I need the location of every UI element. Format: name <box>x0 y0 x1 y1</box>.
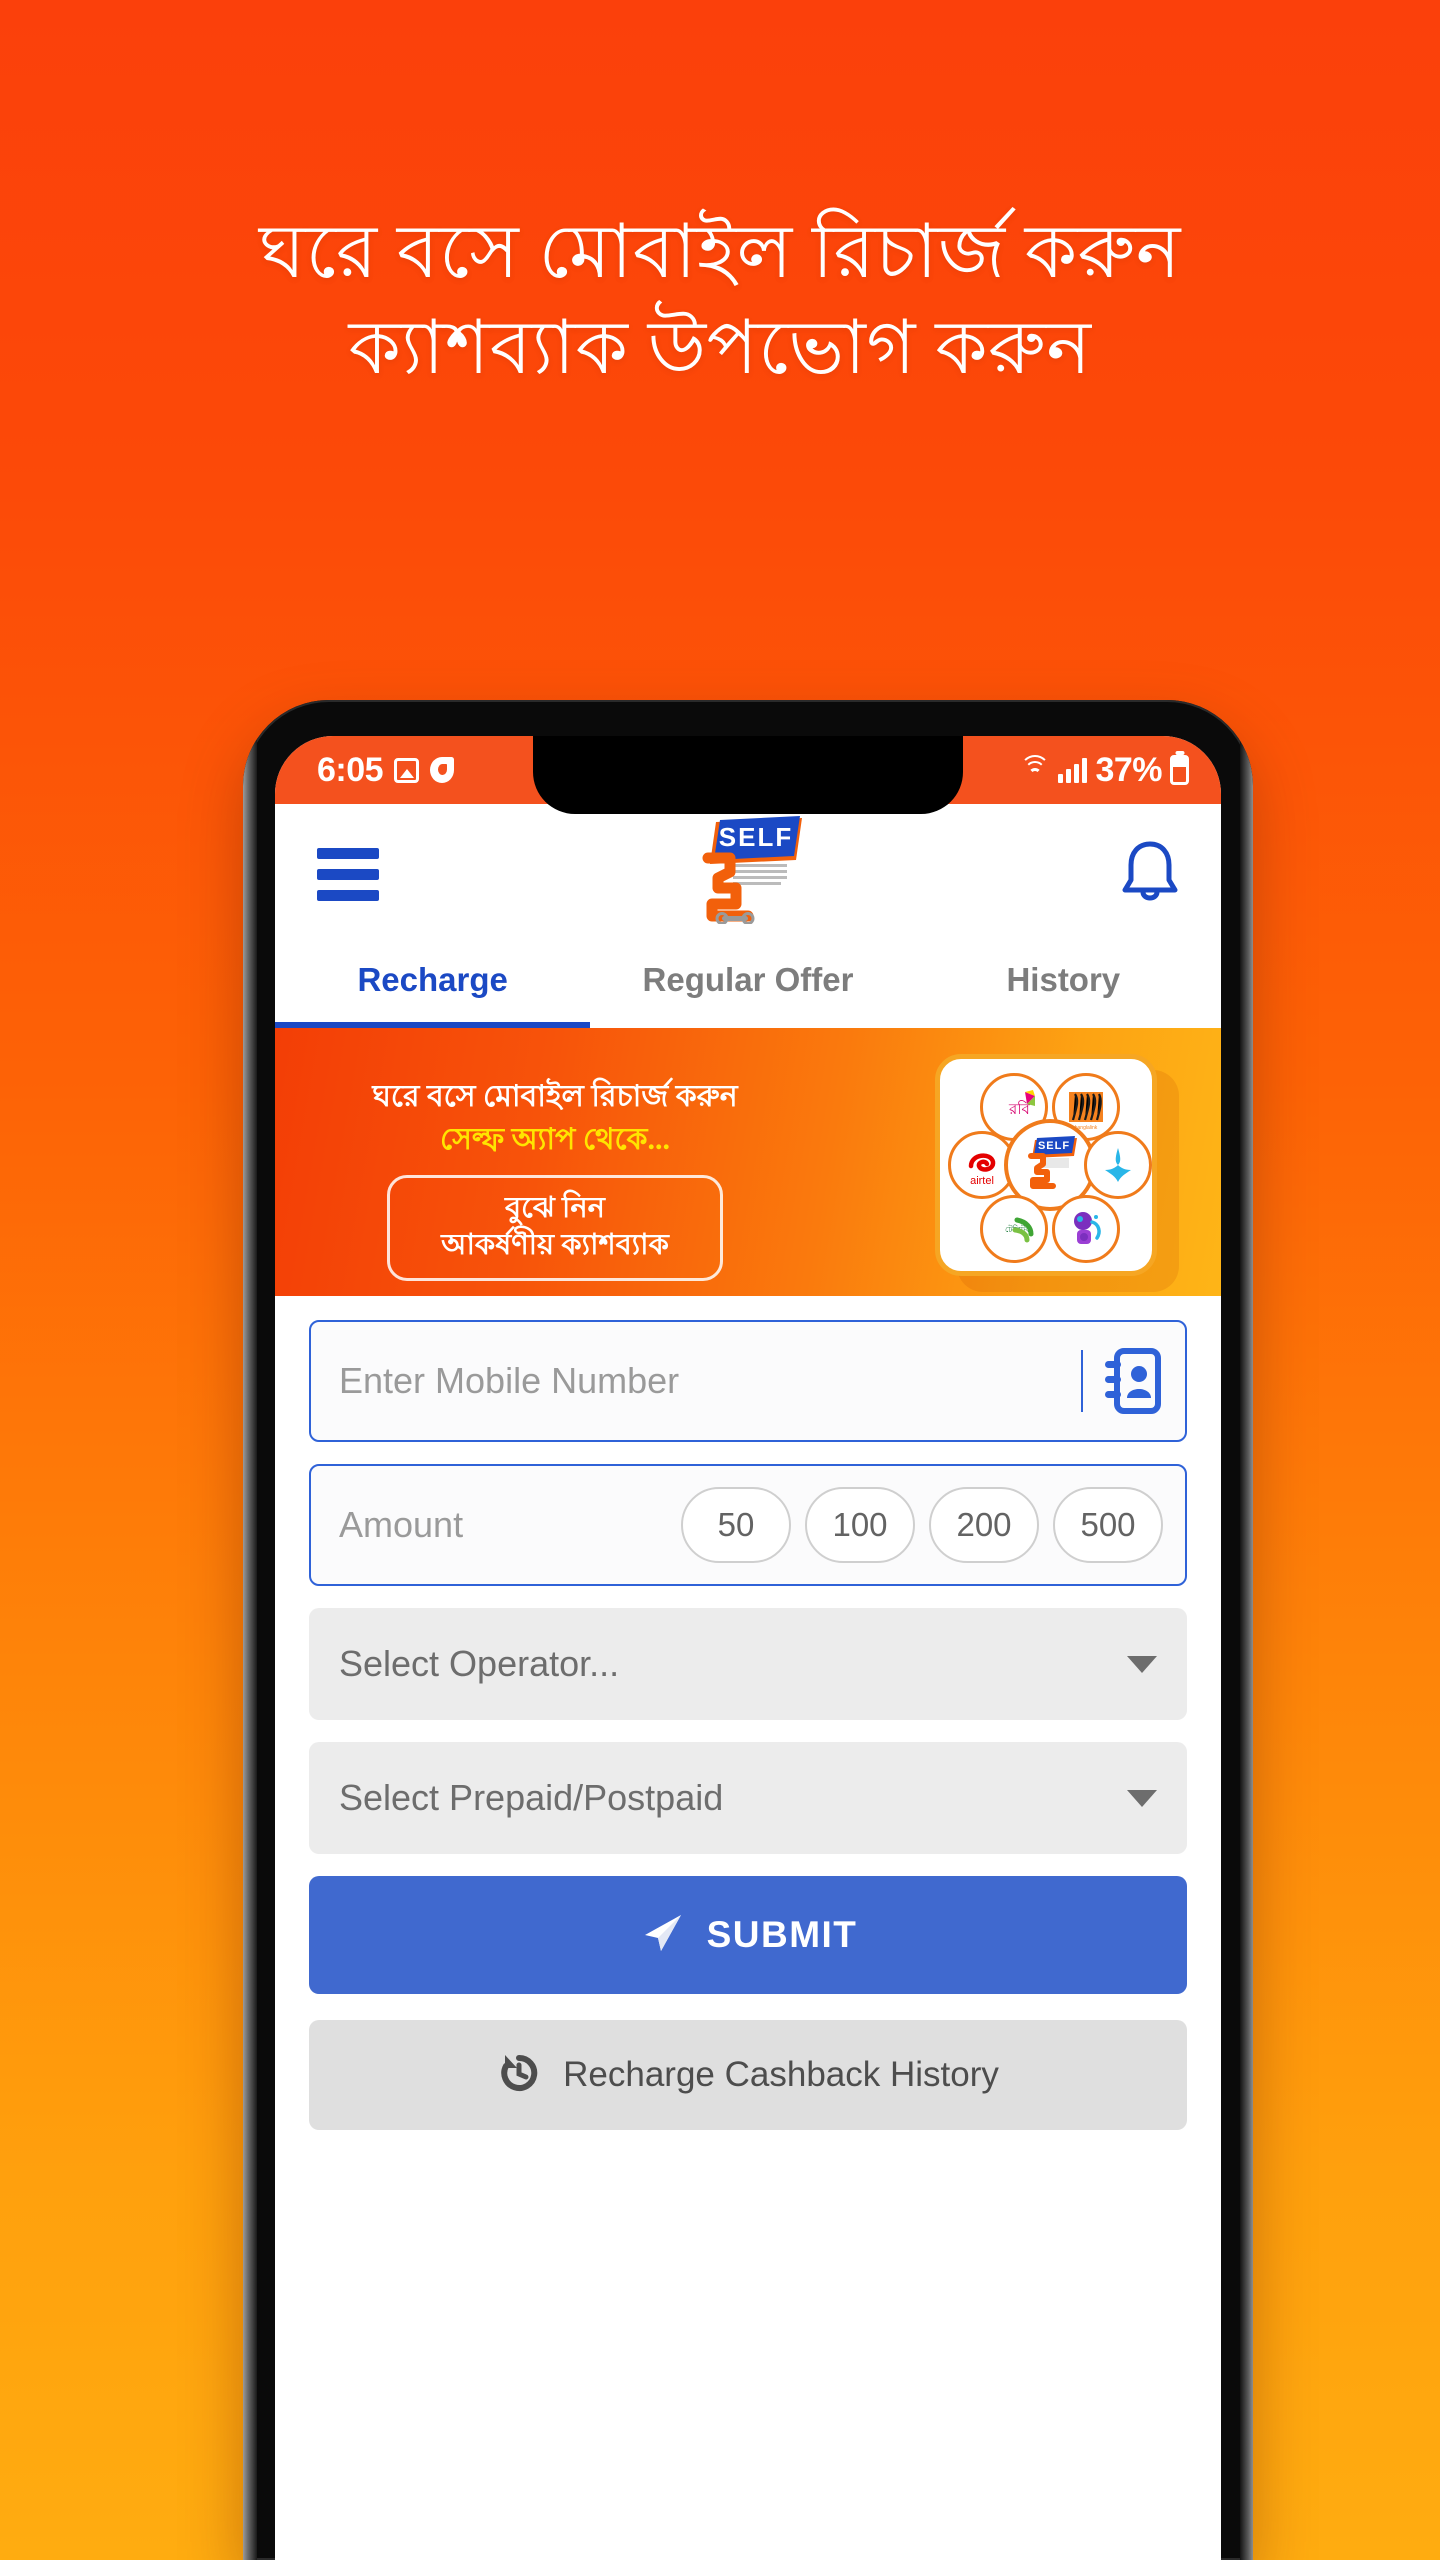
battery-icon <box>1170 755 1189 785</box>
recharge-form: Enter Mobile Number Amount 50 100 200 50… <box>275 1296 1221 2130</box>
promo-banner[interactable]: ঘরে বসে মোবাইল রিচার্জ করুন সেল্ফ অ্যাপ … <box>275 1028 1221 1296</box>
amount-chip-group: 50 100 200 500 <box>681 1487 1185 1563</box>
wifi-icon <box>1020 755 1051 783</box>
banner-cta-line-2: আকর্ষণীয় ক্যাশব্যাক <box>441 1228 669 1261</box>
amount-chip-50[interactable]: 50 <box>681 1487 791 1563</box>
mobile-number-field[interactable]: Enter Mobile Number <box>309 1320 1187 1442</box>
amount-chip-200[interactable]: 200 <box>929 1487 1039 1563</box>
tab-recharge[interactable]: Recharge <box>275 932 591 1028</box>
status-bar: 6:05 37% <box>275 736 1221 814</box>
chevron-down-icon <box>1127 1655 1157 1673</box>
operator-extra-icon <box>1052 1195 1120 1263</box>
banner-cta-button[interactable]: বুঝে নিন আকর্ষণীয় ক্যাশব্যাক <box>387 1174 723 1281</box>
signal-bars-icon <box>1058 757 1088 783</box>
status-bar-left: 6:05 <box>317 751 455 789</box>
send-icon <box>639 1910 685 1961</box>
banner-line-1: ঘরে বসে মোবাইল রিচার্জ করুন <box>372 1080 738 1113</box>
phone-screen: 6:05 37% SELF Recharge Regular Offer His… <box>275 736 1221 2560</box>
operator-select[interactable]: Select Operator... <box>309 1608 1187 1720</box>
operator-grameenphone-icon <box>1084 1131 1152 1199</box>
operators-grid: রবি banglalink airtel SELF টেলিটক <box>940 1059 1152 1271</box>
headline-line-2: ক্যাশব্যাক উপভোগ করুন <box>348 307 1092 390</box>
svg-text:SELF: SELF <box>719 822 793 852</box>
mobile-number-input[interactable]: Enter Mobile Number <box>339 1360 1081 1402</box>
status-bar-right: 37% <box>1020 752 1189 788</box>
amount-input[interactable]: Amount <box>339 1504 681 1546</box>
contact-book-icon[interactable] <box>1105 1348 1161 1414</box>
amount-chip-100[interactable]: 100 <box>805 1487 915 1563</box>
tab-bar: Recharge Regular Offer History <box>275 932 1221 1028</box>
battery-percent: 37% <box>1095 751 1162 789</box>
history-rotate-icon <box>497 2051 541 2100</box>
phone-mockup: 6:05 37% SELF Recharge Regular Offer His… <box>243 700 1253 2560</box>
bixby-icon <box>430 757 455 783</box>
amount-chip-500[interactable]: 500 <box>1053 1487 1163 1563</box>
submit-button[interactable]: SUBMIT <box>309 1876 1187 1994</box>
headline-line-1: ঘরে বসে মোবাইল রিচার্জ করুন <box>258 211 1182 294</box>
app-header: SELF <box>275 804 1221 932</box>
banner-text-block: ঘরে বসে মোবাইল রিচার্জ করুন সেল্ফ অ্যাপ … <box>275 1078 835 1281</box>
banner-line-2: সেল্ফ অ্যাপ থেকে... <box>439 1122 671 1156</box>
svg-text:airtel: airtel <box>970 1175 994 1187</box>
banner-cta-line-1: বুঝে নিন <box>505 1191 605 1224</box>
amount-field[interactable]: Amount 50 100 200 500 <box>309 1464 1187 1586</box>
photo-icon <box>394 757 420 783</box>
phone-edge-left <box>243 740 257 2560</box>
operator-teletalk-icon: টেলিটক <box>980 1195 1048 1263</box>
bell-icon[interactable] <box>1119 838 1181 908</box>
hamburger-icon[interactable] <box>317 848 379 901</box>
prepaid-postpaid-label: Select Prepaid/Postpaid <box>339 1777 724 1818</box>
operators-card: রবি banglalink airtel SELF টেলিটক <box>935 1054 1157 1276</box>
tab-history[interactable]: History <box>906 932 1221 1028</box>
prepaid-postpaid-select[interactable]: Select Prepaid/Postpaid <box>309 1742 1187 1854</box>
page-headline: ঘরে বসে মোবাইল রিচার্জ করুন ক্যাশব্যাক উ… <box>0 205 1440 397</box>
operator-select-label: Select Operator... <box>339 1643 620 1684</box>
phone-edge-right <box>1240 740 1253 2560</box>
status-time: 6:05 <box>317 751 384 789</box>
screen-notch <box>533 736 963 814</box>
svg-text:SELF: SELF <box>1038 1140 1070 1152</box>
field-divider <box>1081 1350 1083 1412</box>
recharge-cashback-history-button[interactable]: Recharge Cashback History <box>309 2020 1187 2130</box>
submit-button-label: SUBMIT <box>706 1914 858 1955</box>
self-logo[interactable]: SELF <box>678 816 818 925</box>
tab-regular-offer[interactable]: Regular Offer <box>590 932 905 1028</box>
chevron-down-icon <box>1127 1789 1157 1807</box>
history-button-label: Recharge Cashback History <box>563 2055 999 2094</box>
